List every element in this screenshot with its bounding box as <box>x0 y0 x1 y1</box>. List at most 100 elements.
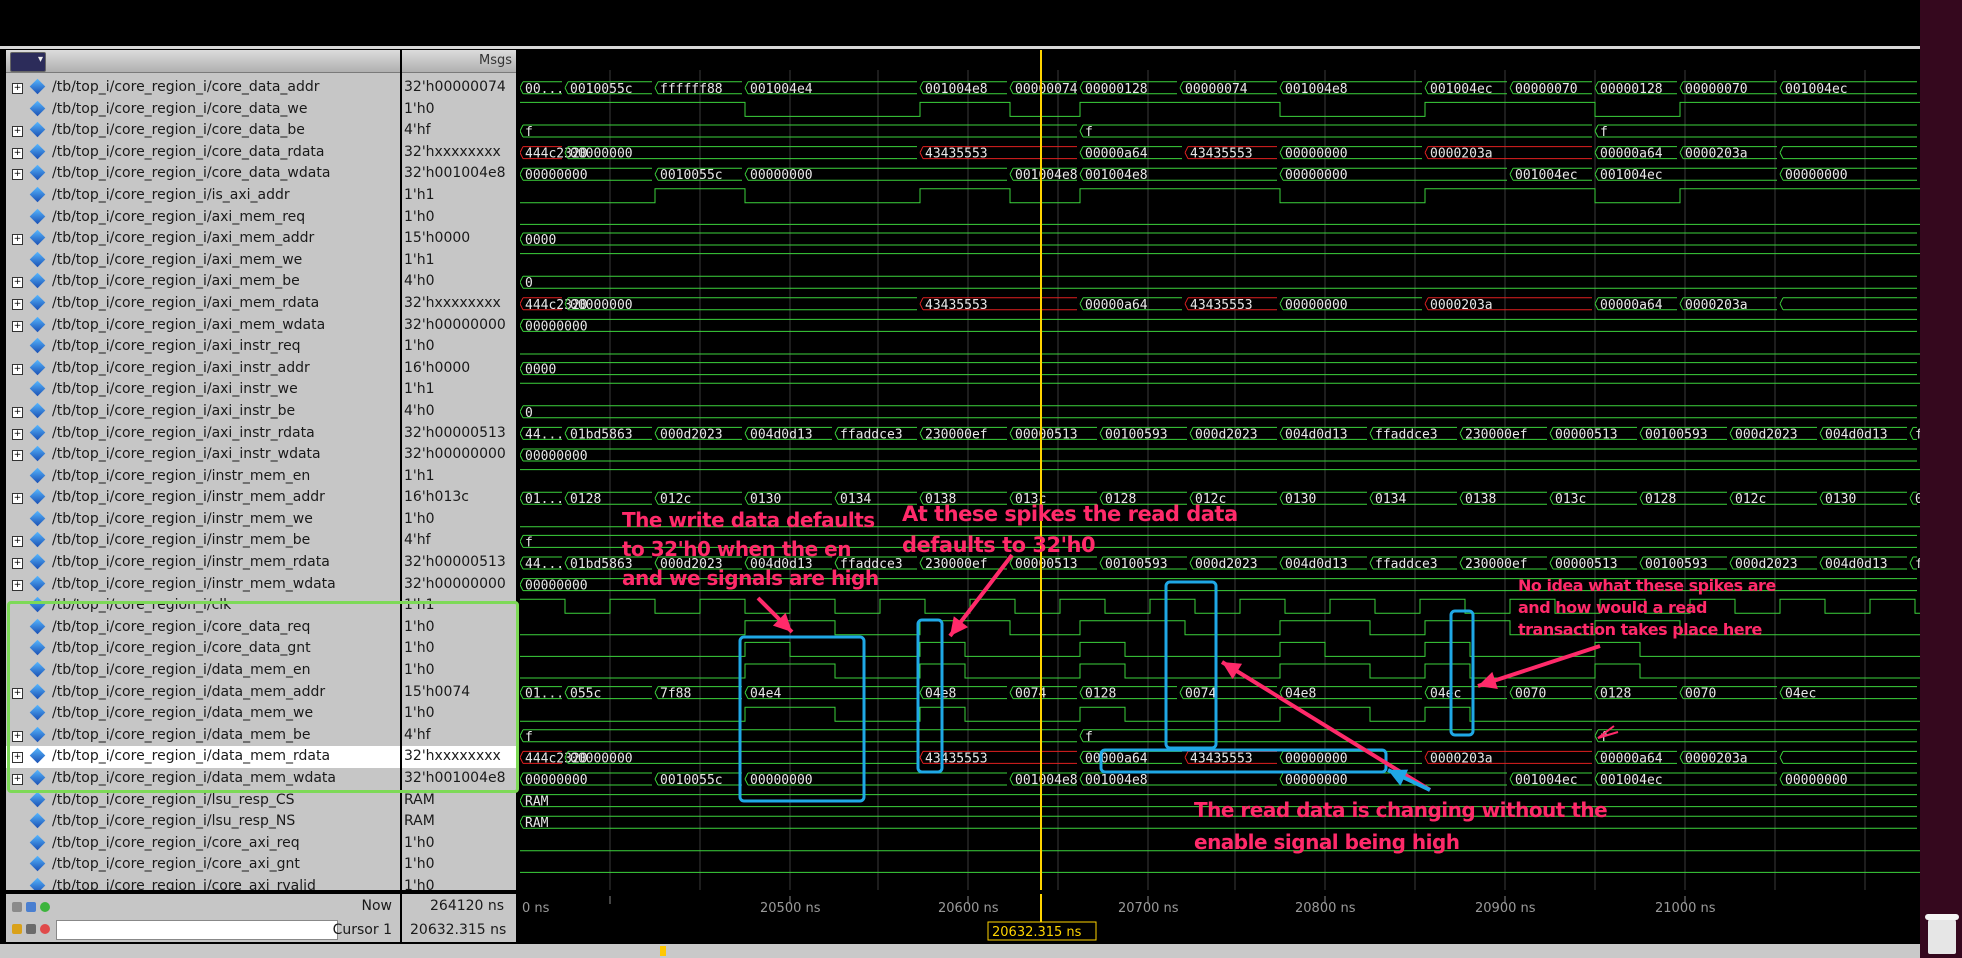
bus-transition <box>1424 686 1429 693</box>
scroll-thumb[interactable] <box>660 946 666 956</box>
waveform-pane[interactable]: 00... 0010055c ffffff88 001004e4 001004e8 000… <box>520 50 1920 890</box>
signal-name: /tb/top_i/core_region_i/axi_instr_addr <box>52 359 310 376</box>
expand-icon[interactable]: + <box>12 298 23 310</box>
bus-transition <box>1509 772 1514 780</box>
wave-tool-button[interactable] <box>10 52 46 72</box>
signal-value: 4'h0 <box>404 402 435 419</box>
bus-transition <box>1079 729 1084 737</box>
timeline-canvas[interactable]: 0 ns 20500 ns 20600 ns 20700 ns 20800 ns 2090… <box>520 894 1920 942</box>
expand-icon[interactable]: + <box>12 320 23 332</box>
signal-row[interactable]: /tb/top_i/core_region_i/core_data_req <box>6 617 400 639</box>
bus-transition <box>1459 556 1464 564</box>
bus-transition <box>654 772 659 780</box>
edit-icon[interactable] <box>26 924 36 934</box>
expand-icon[interactable]: + <box>12 536 23 548</box>
expand-icon[interactable]: + <box>12 83 23 94</box>
signal-row[interactable]: /tb/top_i/core_region_i/core_data_gnt <box>6 638 400 660</box>
signal-row[interactable]: /tb/top_i/core_region_i/lsu_resp_NS <box>6 811 400 833</box>
signal-row[interactable]: /tb/top_i/core_region_i/is_axi_addr <box>6 185 400 207</box>
bus-transition <box>1279 556 1284 564</box>
signal-row[interactable]: /tb/top_i/core_region_i/core_axi_req <box>6 833 400 855</box>
bus-transition <box>1279 491 1284 499</box>
signal-row[interactable]: /tb/top_i/core_region_i/axi_instr_we <box>6 379 400 401</box>
signal-row[interactable]: /tb/top_i/core_region_i/instr_mem_en <box>6 466 400 488</box>
signal-value: 32'h001004e8 <box>404 770 506 786</box>
bus-value-label: f <box>525 535 533 550</box>
signal-row[interactable]: + /tb/top_i/core_region_i/axi_instr_wdata <box>6 444 400 466</box>
zoom-icon[interactable] <box>12 902 22 912</box>
signal-row[interactable]: /tb/top_i/core_region_i/data_mem_en <box>6 660 400 682</box>
signal-row[interactable]: + /tb/top_i/core_region_i/axi_mem_be <box>6 271 400 293</box>
horizontal-scrollbar[interactable] <box>0 944 1920 958</box>
expand-icon[interactable]: + <box>12 277 23 289</box>
signal-row[interactable]: /tb/top_i/core_region_i/core_axi_gnt <box>6 854 400 876</box>
expand-icon[interactable]: + <box>12 147 23 159</box>
signal-value: 32'h00000000 <box>404 575 506 592</box>
expand-icon[interactable]: + <box>12 363 23 375</box>
bus-transition <box>520 686 524 693</box>
bus-transition <box>520 319 524 326</box>
bus-transition <box>834 433 839 440</box>
signal-row[interactable]: /tb/top_i/core_region_i/core_axi_rvalid <box>6 876 400 890</box>
signal-row[interactable]: /tb/top_i/core_region_i/instr_mem_we <box>6 509 400 531</box>
signal-row[interactable]: + /tb/top_i/core_region_i/core_data_addr <box>6 77 400 99</box>
signal-row[interactable]: + /tb/top_i/core_region_i/core_data_rdata <box>6 142 400 164</box>
signal-row[interactable]: /tb/top_i/core_region_i/axi_mem_req <box>6 207 400 229</box>
expand-icon[interactable]: + <box>12 428 23 440</box>
bus-transition <box>1009 562 1014 570</box>
bus-transition <box>520 562 524 570</box>
signal-row[interactable]: /tb/top_i/core_region_i/clk <box>6 595 400 617</box>
signal-row[interactable]: + /tb/top_i/core_region_i/axi_mem_addr <box>6 228 400 250</box>
bus-transition <box>919 427 924 434</box>
expand-icon[interactable]: + <box>12 774 23 785</box>
cursor-name-field[interactable] <box>56 920 338 940</box>
bus-transition <box>520 325 524 332</box>
signal-row[interactable]: + /tb/top_i/core_region_i/data_mem_rdata <box>6 746 400 768</box>
signal-row[interactable]: /tb/top_i/core_region_i/axi_instr_req <box>6 336 400 358</box>
signal-row[interactable]: + /tb/top_i/core_region_i/instr_mem_addr <box>6 487 400 509</box>
signal-diamond-icon <box>29 445 46 462</box>
signal-row[interactable]: /tb/top_i/core_region_i/axi_mem_we <box>6 250 400 272</box>
signal-row[interactable]: + /tb/top_i/core_region_i/core_data_be <box>6 120 400 142</box>
bus-value-label: 0134 <box>840 492 871 507</box>
insert-cursor-icon[interactable] <box>40 902 50 912</box>
expand-icon[interactable]: + <box>12 169 23 181</box>
bus-transition <box>520 815 524 823</box>
expand-icon[interactable]: + <box>12 450 23 462</box>
expand-icon[interactable]: + <box>12 126 23 138</box>
signal-row[interactable]: /tb/top_i/core_region_i/lsu_resp_CS <box>6 790 400 812</box>
signal-row[interactable]: + /tb/top_i/core_region_i/data_mem_be <box>6 725 400 747</box>
trash-icon[interactable] <box>1925 914 1959 954</box>
delete-cursor-icon[interactable] <box>40 924 50 934</box>
signal-row[interactable]: /tb/top_i/core_region_i/core_data_we <box>6 99 400 121</box>
lock-icon[interactable] <box>12 924 22 934</box>
expand-icon[interactable]: + <box>12 687 23 699</box>
bus-transition <box>520 81 524 89</box>
signal-row[interactable]: + /tb/top_i/core_region_i/axi_instr_be <box>6 401 400 423</box>
signal-row[interactable]: + /tb/top_i/core_region_i/axi_instr_addr <box>6 358 400 380</box>
timeline-ruler[interactable]: 0 ns 20500 ns 20600 ns 20700 ns 20800 ns 2090… <box>520 894 1920 942</box>
signal-row[interactable]: + /tb/top_i/core_region_i/instr_mem_be <box>6 530 400 552</box>
signal-row[interactable]: + /tb/top_i/core_region_i/data_mem_addr <box>6 682 400 704</box>
expand-icon[interactable]: + <box>12 558 23 570</box>
expand-icon[interactable]: + <box>12 579 23 591</box>
expand-icon[interactable]: + <box>12 406 23 418</box>
bus-value-label: 0000203a <box>1430 147 1493 162</box>
signal-row[interactable]: /tb/top_i/core_region_i/data_mem_we <box>6 703 400 725</box>
expand-icon[interactable]: + <box>12 752 23 764</box>
signal-row[interactable]: + /tb/top_i/core_region_i/instr_mem_rdata <box>6 552 400 574</box>
bus-value-label: 00000000 <box>750 773 813 788</box>
signal-row[interactable]: + /tb/top_i/core_region_i/data_mem_wdata <box>6 768 400 790</box>
bus-value-label: 012c <box>1735 492 1766 507</box>
signal-row[interactable]: + /tb/top_i/core_region_i/core_data_wdata <box>6 163 400 185</box>
signal-row[interactable]: + /tb/top_i/core_region_i/axi_mem_rdata <box>6 293 400 315</box>
bus-transition <box>520 281 524 289</box>
add-cursor-icon[interactable] <box>26 902 36 912</box>
waveform-canvas[interactable]: 00... 0010055c ffffff88 001004e4 001004e8 000… <box>520 50 1920 890</box>
expand-icon[interactable]: + <box>12 493 23 505</box>
expand-icon[interactable]: + <box>12 730 23 742</box>
signal-row[interactable]: + /tb/top_i/core_region_i/axi_mem_wdata <box>6 315 400 337</box>
expand-icon[interactable]: + <box>12 234 23 246</box>
signal-row[interactable]: + /tb/top_i/core_region_i/instr_mem_wdata <box>6 574 400 596</box>
signal-row[interactable]: + /tb/top_i/core_region_i/axi_instr_rdata <box>6 423 400 445</box>
